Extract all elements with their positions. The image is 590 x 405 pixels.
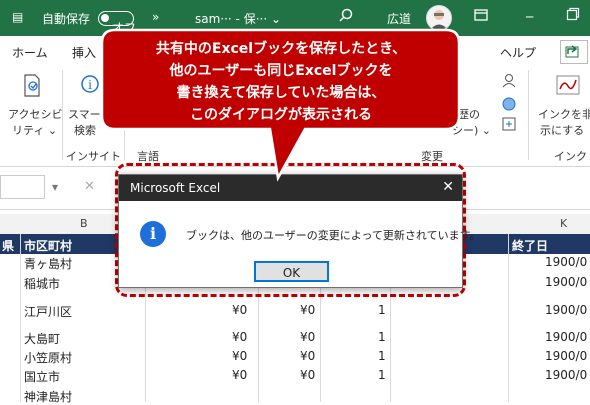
- callout-line: このダイアログが表示される: [190, 107, 372, 123]
- callout-text: 共有中のExcelブックを保存したとき、 他のユーザーも同じExcelブックを …: [105, 38, 457, 126]
- callout-line: 他のユーザーも同じExcelブックを: [169, 63, 393, 79]
- callout-line: 共有中のExcelブックを保存したとき、: [155, 41, 407, 57]
- callout-line: 書き換えて保存していた場合は、: [176, 85, 386, 101]
